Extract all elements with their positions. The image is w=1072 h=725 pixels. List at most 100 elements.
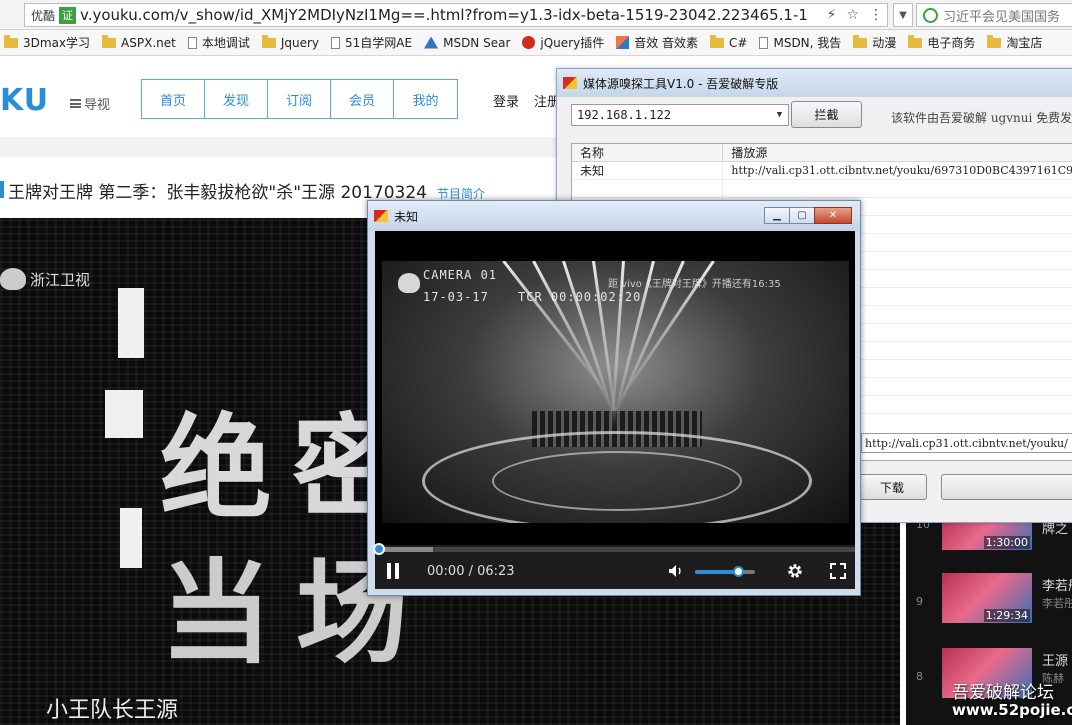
nav-item-subscribe[interactable]: 订阅 bbox=[268, 80, 331, 118]
download-button[interactable]: 下载 bbox=[857, 474, 927, 500]
zhejiang-tv-icon bbox=[0, 268, 26, 290]
playlist-duration: 1:29:34 bbox=[983, 609, 1030, 622]
page-icon bbox=[187, 36, 197, 49]
page-icon bbox=[331, 36, 341, 49]
fullscreen-icon[interactable] bbox=[830, 563, 846, 579]
bookmark-item[interactable]: C# bbox=[710, 34, 747, 50]
youku-logo[interactable]: KU bbox=[0, 83, 49, 118]
player-video-area[interactable]: CAMERA 01 17-03-17 TCR 00:00:02:20 距 viv… bbox=[375, 231, 855, 589]
bookmark-item[interactable]: jQuery插件 bbox=[522, 34, 604, 51]
bookmark-label: 电子商务 bbox=[927, 36, 976, 50]
bookmark-item[interactable]: 电子商务 bbox=[908, 34, 975, 51]
player-titlebar[interactable]: 未知 ▁ ▢ ✕ bbox=[368, 201, 860, 231]
guide-menu[interactable]: 导视 bbox=[70, 94, 110, 113]
channel-name: 浙江卫视 bbox=[30, 270, 91, 289]
address-actions: ⚡ ☆ ⋮ bbox=[827, 7, 883, 23]
gear-icon[interactable] bbox=[786, 562, 804, 580]
menu-icon bbox=[70, 99, 81, 108]
glitch-block bbox=[118, 288, 144, 358]
osd-camera: CAMERA 01 bbox=[423, 268, 498, 282]
volume-slider[interactable] bbox=[695, 566, 755, 577]
folder-icon bbox=[4, 34, 18, 48]
app-icon bbox=[563, 77, 577, 89]
site-brand: 优酷 bbox=[31, 8, 56, 23]
nav-item-mine[interactable]: 我的 bbox=[394, 80, 457, 118]
playlist-title[interactable]: 王源 bbox=[1042, 650, 1068, 669]
certificate-badge[interactable]: 证 bbox=[59, 6, 77, 24]
maximize-icon[interactable]: ▢ bbox=[789, 207, 815, 224]
page-icon bbox=[759, 36, 769, 49]
bookmark-label: MSDN, 我告 bbox=[773, 36, 842, 50]
pause-icon[interactable] bbox=[387, 563, 399, 579]
watermark-url: www.52pojie.cn bbox=[952, 701, 1072, 719]
ip-value: 192.168.1.122 bbox=[577, 108, 671, 122]
folder-icon bbox=[853, 34, 868, 48]
star-icon[interactable]: ☆ bbox=[846, 7, 859, 23]
glitch-block bbox=[120, 508, 142, 568]
window-controls: ▁ ▢ ✕ bbox=[764, 207, 852, 224]
bookmark-item[interactable]: MSDN Sear bbox=[424, 36, 510, 50]
list-item[interactable]: 9 1:29:34 李若彤 李若彤 bbox=[906, 573, 1072, 633]
table-header: 名称 播放源 bbox=[572, 144, 1072, 162]
login-link[interactable]: 登录 bbox=[493, 91, 519, 110]
sniffer-title: 媒体源嗅探工具V1.0 - 吾爱破解专版 bbox=[583, 76, 779, 91]
watermark-forum-name: 吾爱破解论坛 bbox=[952, 683, 1054, 703]
more-icon[interactable]: ⋮ bbox=[869, 7, 883, 23]
playlist-thumbnail[interactable]: 1:29:34 bbox=[942, 573, 1032, 623]
row-name: 未知 bbox=[572, 162, 724, 179]
folder-icon bbox=[710, 34, 725, 48]
main-nav: 首页 发现 订阅 会员 我的 bbox=[141, 79, 458, 119]
minimize-icon[interactable]: ▁ bbox=[764, 207, 790, 224]
stage-floor-ring bbox=[492, 451, 742, 511]
jq-icon bbox=[522, 36, 536, 49]
url-text[interactable]: v.youku.com/v_show/id_XMjY2MDIyNzI1Mg==.… bbox=[80, 6, 808, 24]
progress-bar[interactable] bbox=[373, 543, 855, 555]
nav-item-discover[interactable]: 发现 bbox=[205, 80, 268, 118]
list-item[interactable]: 10 1:30:00 牌之 bbox=[906, 518, 1072, 578]
bookmark-label: Jquery bbox=[280, 35, 320, 50]
column-header-name[interactable]: 名称 bbox=[572, 144, 724, 161]
table-row[interactable]: 未知 http://vali.cp31.ott.cibntv.net/youku… bbox=[572, 162, 1072, 180]
bookmark-item[interactable]: 淘宝店 bbox=[987, 34, 1042, 51]
bookmark-item[interactable]: 音效 音效素 bbox=[616, 34, 698, 51]
search-input[interactable]: 习近平会见美国国务 bbox=[916, 3, 1072, 27]
browser-address-bar: 优酷 证 v.youku.com/v_show/id_XMjY2MDIyNzI1… bbox=[0, 0, 1072, 30]
bookmark-item[interactable]: 51自学网AE bbox=[331, 34, 412, 51]
intercept-button[interactable]: 拦截 bbox=[791, 101, 862, 128]
progress-handle[interactable] bbox=[373, 543, 385, 555]
address-box[interactable]: 优酷 证 v.youku.com/v_show/id_XMjY2MDIyNzI1… bbox=[24, 3, 888, 27]
ms-icon bbox=[424, 36, 439, 49]
playlist-title[interactable]: 李若彤 bbox=[1042, 575, 1072, 594]
sniffer-titlebar[interactable]: 媒体源嗅探工具V1.0 - 吾爱破解专版 bbox=[557, 69, 1072, 97]
nav-item-member[interactable]: 会员 bbox=[331, 80, 394, 118]
bookmark-item[interactable]: Jquery bbox=[261, 34, 320, 50]
bookmark-item[interactable]: ASPX.net bbox=[102, 34, 176, 50]
ip-select[interactable]: 192.168.1.122 ▼ bbox=[571, 104, 789, 126]
flash-icon[interactable]: ⚡ bbox=[827, 7, 837, 23]
row-source: http://vali.cp31.ott.cibntv.net/youku/69… bbox=[731, 164, 1072, 177]
volume-icon[interactable] bbox=[668, 563, 684, 579]
glitch-block bbox=[105, 390, 143, 438]
close-icon[interactable]: ✕ bbox=[814, 207, 852, 224]
video-title: 王牌对王牌 第二季：张丰毅拔枪欲"杀"王源 20170324 bbox=[8, 183, 427, 203]
chevron-down-icon[interactable]: ▼ bbox=[893, 3, 913, 27]
playlist-subtitle: 李若彤 bbox=[1042, 597, 1072, 610]
bookmark-label: 51自学网AE bbox=[345, 36, 413, 50]
zhejiang-tv-icon bbox=[398, 273, 420, 293]
guide-label: 导视 bbox=[84, 98, 111, 113]
bookmark-item[interactable]: 动漫 bbox=[853, 34, 896, 51]
folder-icon bbox=[987, 34, 1002, 48]
title-accent-bar bbox=[0, 181, 4, 198]
bookmarks-bar: 3Dmax学习 ASPX.net 本地调试 Jquery 51自学网AE MSDN Sea… bbox=[0, 30, 1072, 56]
secondary-button[interactable] bbox=[941, 474, 1072, 500]
source-url-field[interactable]: http://vali.cp31.ott.cibntv.net/youku/ bbox=[861, 433, 1072, 453]
bookmark-item[interactable]: 本地调试 bbox=[187, 34, 250, 51]
chevron-down-icon[interactable]: ▼ bbox=[771, 105, 788, 125]
nav-item-home[interactable]: 首页 bbox=[142, 80, 205, 118]
bookmark-item[interactable]: MSDN, 我告 bbox=[759, 34, 841, 51]
youku-header: KU 导视 首页 发现 订阅 会员 我的 登录 注册 bbox=[0, 57, 560, 137]
bookmark-item[interactable]: 3Dmax学习 bbox=[4, 34, 90, 51]
bookmark-label: MSDN Sear bbox=[443, 35, 511, 50]
search-icon bbox=[923, 7, 938, 23]
column-header-source[interactable]: 播放源 bbox=[723, 144, 1072, 161]
